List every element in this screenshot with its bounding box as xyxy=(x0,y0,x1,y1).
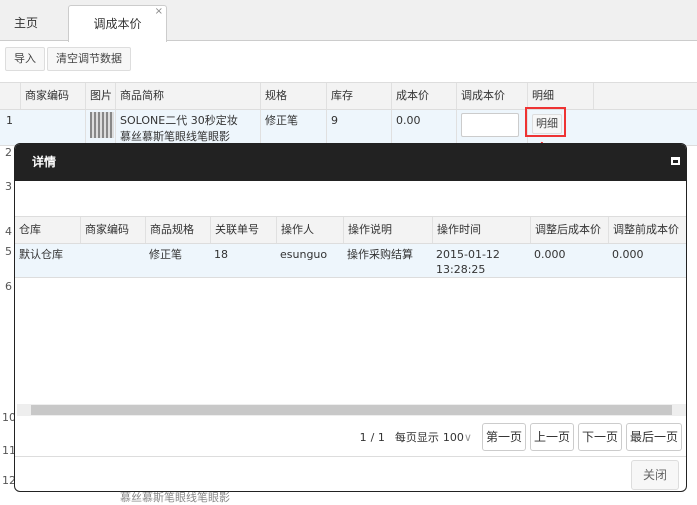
merchant-code xyxy=(80,244,84,277)
next-page-button[interactable]: 下一页 xyxy=(577,423,622,451)
col-header[interactable]: 操作时间 xyxy=(432,217,481,243)
adjust-cost-input[interactable] xyxy=(461,113,519,137)
row-number: 2 xyxy=(5,146,12,159)
dialog-header: 详情 xyxy=(15,144,686,181)
pagination: 1 / 1 每页显示 100∨ 第一页 上一页 下一页 最后一页 xyxy=(343,423,682,451)
col-header[interactable]: 商品简称 xyxy=(115,83,164,109)
cost: 0.00 xyxy=(391,110,421,145)
product-grid: 商家编码 图片 商品简称 规格 库存 成本价 调成本价 明细 1 SOLONE二… xyxy=(0,82,697,146)
grid-header: 商家编码 图片 商品简称 规格 库存 成本价 调成本价 明细 xyxy=(0,82,697,110)
product-name: SOLONE二代 30秒定妆慕丝慕斯笔眼线笔眼影 xyxy=(115,110,260,145)
dialog-title: 详情 xyxy=(32,155,57,169)
row-number: 3 xyxy=(5,180,12,193)
highlight-box xyxy=(525,107,566,137)
col-header[interactable]: 成本价 xyxy=(391,83,429,109)
col-header[interactable]: 仓库 xyxy=(15,217,41,243)
product-thumbnail xyxy=(85,110,114,145)
row-number: 4 xyxy=(5,225,12,238)
cost-before: 0.000 xyxy=(612,248,644,261)
col-header[interactable]: 操作说明 xyxy=(343,217,392,243)
col-header[interactable]: 库存 xyxy=(326,83,353,109)
stock: 9 xyxy=(326,110,338,145)
dialog-footer: 关闭 xyxy=(15,456,686,491)
operation-time: 2015-01-12 13:28:25 xyxy=(436,248,500,276)
prev-page-button[interactable]: 上一页 xyxy=(529,423,574,451)
cost-after: 0.000 xyxy=(534,248,566,261)
close-icon[interactable]: × xyxy=(155,0,163,30)
operation-desc: 操作采购结算 xyxy=(347,248,413,261)
col-header[interactable]: 商家编码 xyxy=(80,217,129,243)
detail-table: 仓库 商家编码 商品规格 关联单号 操作人 操作说明 操作时间 调整后成本价 调… xyxy=(15,216,686,278)
table-row[interactable]: 1 SOLONE二代 30秒定妆慕丝慕斯笔眼线笔眼影 修正笔 9 0.00 明细 xyxy=(0,110,697,146)
col-header[interactable]: 明细 xyxy=(527,83,594,109)
per-page-label: 每页显示 xyxy=(394,431,439,444)
warehouse: 默认仓库 xyxy=(19,248,63,261)
tab-bar: 主页 调成本价 × xyxy=(0,0,697,42)
close-button[interactable]: 关闭 xyxy=(630,460,679,490)
detail-header: 仓库 商家编码 商品规格 关联单号 操作人 操作说明 操作时间 调整后成本价 调… xyxy=(15,216,686,244)
detail-dialog: 详情 仓库 商家编码 商品规格 关联单号 操作人 操作说明 操作时间 调整后成本… xyxy=(14,143,687,492)
spec: 修正笔 xyxy=(260,110,298,145)
clear-button[interactable]: 清空调节数据 xyxy=(47,47,131,71)
last-page-button[interactable]: 最后一页 xyxy=(625,423,682,451)
tab-label: 调成本价 xyxy=(93,17,142,31)
tab-home[interactable]: 主页 xyxy=(0,5,52,42)
import-button[interactable]: 导入 xyxy=(5,47,45,71)
scrollbar-thumb[interactable] xyxy=(31,405,672,415)
tab-adjust-cost[interactable]: 调成本价 × xyxy=(68,5,167,42)
col-header[interactable]: 商品规格 xyxy=(145,217,194,243)
maximize-icon[interactable] xyxy=(671,157,680,165)
col-header[interactable]: 商家编码 xyxy=(20,83,69,109)
adjust-cell xyxy=(456,110,519,145)
first-page-button[interactable]: 第一页 xyxy=(481,423,526,451)
per-page-value: 100 xyxy=(442,430,464,444)
spec: 修正笔 xyxy=(149,248,182,261)
col-header[interactable]: 调整前成本价 xyxy=(608,217,679,243)
col-header[interactable]: 操作人 xyxy=(276,217,314,243)
page-number[interactable]: 1 xyxy=(343,431,367,444)
col-header[interactable]: 调整后成本价 xyxy=(530,217,601,243)
per-page-select[interactable]: 100∨ xyxy=(443,431,472,444)
row-number: 1 xyxy=(6,114,13,127)
row-number: 5 xyxy=(5,245,12,258)
operator: esunguo xyxy=(280,248,328,261)
chevron-down-icon: ∨ xyxy=(463,430,472,444)
order-number: 18 xyxy=(214,248,228,261)
col-header[interactable]: 图片 xyxy=(85,83,112,109)
col-header[interactable]: 关联单号 xyxy=(210,217,259,243)
row-number: 6 xyxy=(5,280,12,293)
toolbar: 导入 清空调节数据 xyxy=(5,47,133,71)
col-header[interactable]: 规格 xyxy=(260,83,287,109)
horizontal-scrollbar[interactable] xyxy=(17,404,686,416)
table-row[interactable]: 默认仓库 修正笔 18 esunguo 操作采购结算 2015-01-12 13… xyxy=(15,244,686,278)
page-total: / 1 xyxy=(370,430,385,444)
col-header[interactable]: 调成本价 xyxy=(456,83,505,109)
